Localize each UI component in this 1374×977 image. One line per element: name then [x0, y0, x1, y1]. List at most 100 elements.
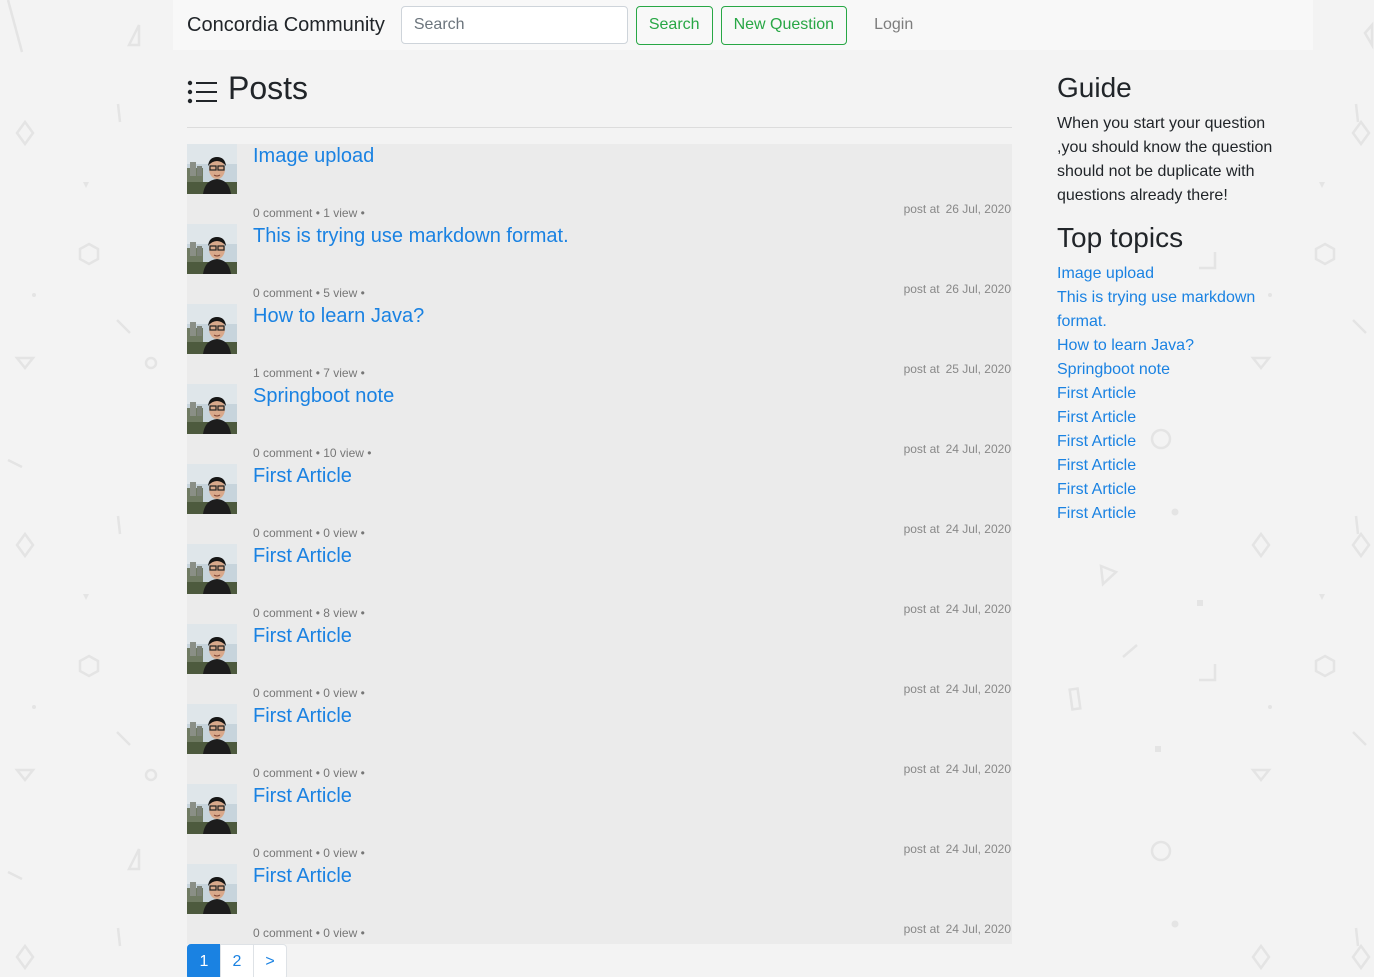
- topic-item: This is trying use markdown format.: [1057, 286, 1287, 334]
- topic-link[interactable]: Image upload: [1057, 262, 1287, 286]
- post-title-link[interactable]: First Article: [253, 625, 352, 648]
- avatar[interactable]: [187, 464, 237, 514]
- page-link-2[interactable]: 2: [220, 944, 254, 977]
- topic-link[interactable]: First Article: [1057, 382, 1287, 406]
- post-date: post at 24 Jul, 2020: [904, 842, 1011, 856]
- topic-link[interactable]: How to learn Java?: [1057, 334, 1287, 358]
- post-at-label: post at: [903, 362, 940, 376]
- post-item: Image upload 0 comment • 1 view • post a…: [187, 144, 1012, 224]
- post-date-value: 24 Jul, 2020: [945, 682, 1011, 696]
- avatar[interactable]: [187, 624, 237, 674]
- post-title-link[interactable]: This is trying use markdown format.: [253, 225, 569, 248]
- post-meta: 0 comment • 0 view •: [253, 926, 365, 940]
- topic-item: First Article: [1057, 502, 1287, 526]
- post-at-label: post at: [903, 842, 940, 856]
- new-question-button[interactable]: New Question: [720, 5, 848, 45]
- post-at-label: post at: [903, 762, 940, 776]
- post-title-link[interactable]: First Article: [253, 865, 352, 888]
- post-date: post at 24 Jul, 2020: [904, 682, 1011, 696]
- top-topics-list: Image upload This is trying use markdown …: [1057, 262, 1287, 526]
- post-date-value: 24 Jul, 2020: [945, 522, 1011, 536]
- post-meta: 0 comment • 8 view •: [253, 606, 365, 620]
- pagination: 1 2 >: [187, 944, 1012, 977]
- post-item: First Article 0 comment • 0 view • post …: [187, 864, 1012, 944]
- post-item: First Article 0 comment • 8 view • post …: [187, 544, 1012, 624]
- post-date-value: 24 Jul, 2020: [945, 842, 1011, 856]
- navbar: Concordia Community Search New Question …: [173, 0, 1313, 50]
- login-link[interactable]: Login: [874, 16, 913, 34]
- topic-item: How to learn Java?: [1057, 334, 1287, 358]
- post-at-label: post at: [903, 602, 940, 616]
- search-input[interactable]: [400, 6, 628, 44]
- post-item: First Article 0 comment • 0 view • post …: [187, 784, 1012, 864]
- post-title-link[interactable]: How to learn Java?: [253, 305, 424, 328]
- post-date: post at 24 Jul, 2020: [904, 442, 1011, 456]
- post-meta: 0 comment • 10 view •: [253, 446, 372, 460]
- list-icon: [187, 80, 217, 103]
- post-title-link[interactable]: First Article: [253, 465, 352, 488]
- search-button[interactable]: Search: [635, 5, 713, 45]
- topic-link[interactable]: First Article: [1057, 406, 1287, 430]
- post-date-value: 24 Jul, 2020: [945, 762, 1011, 776]
- post-meta: 1 comment • 7 view •: [253, 366, 365, 380]
- post-meta: 0 comment • 0 view •: [253, 846, 365, 860]
- post-meta: 0 comment • 0 view •: [253, 686, 365, 700]
- page-link-1[interactable]: 1: [187, 944, 221, 977]
- post-date: post at 25 Jul, 2020: [904, 362, 1011, 376]
- sidebar: Guide When you start your question ,you …: [1057, 72, 1287, 526]
- avatar[interactable]: [187, 544, 237, 594]
- avatar[interactable]: [187, 224, 237, 274]
- post-list: Image upload 0 comment • 1 view • post a…: [187, 144, 1012, 944]
- avatar[interactable]: [187, 384, 237, 434]
- topic-link[interactable]: First Article: [1057, 454, 1287, 478]
- post-item: First Article 0 comment • 0 view • post …: [187, 704, 1012, 784]
- topic-item: Image upload: [1057, 262, 1287, 286]
- post-meta: 0 comment • 1 view •: [253, 206, 365, 220]
- post-meta: 0 comment • 0 view •: [253, 766, 365, 780]
- post-title-link[interactable]: First Article: [253, 705, 352, 728]
- post-at-label: post at: [903, 682, 940, 696]
- post-date: post at 24 Jul, 2020: [904, 522, 1011, 536]
- guide-heading: Guide: [1057, 72, 1132, 103]
- post-date: post at 24 Jul, 2020: [904, 762, 1011, 776]
- brand-link[interactable]: Concordia Community: [187, 14, 385, 37]
- topic-item: First Article: [1057, 478, 1287, 502]
- post-at-label: post at: [903, 282, 940, 296]
- post-date-value: 26 Jul, 2020: [945, 282, 1011, 296]
- post-at-label: post at: [903, 522, 940, 536]
- avatar[interactable]: [187, 784, 237, 834]
- post-title-link[interactable]: Image upload: [253, 145, 374, 168]
- topic-link[interactable]: First Article: [1057, 502, 1287, 526]
- post-meta: 0 comment • 5 view •: [253, 286, 365, 300]
- avatar[interactable]: [187, 144, 237, 194]
- post-title-link[interactable]: First Article: [253, 545, 352, 568]
- next-page-link[interactable]: >: [253, 944, 287, 977]
- page: Concordia Community Search New Question …: [0, 0, 1374, 977]
- post-date-value: 24 Jul, 2020: [945, 442, 1011, 456]
- post-title-link[interactable]: First Article: [253, 785, 352, 808]
- avatar[interactable]: [187, 304, 237, 354]
- post-item: Springboot note 0 comment • 10 view • po…: [187, 384, 1012, 464]
- topic-item: First Article: [1057, 382, 1287, 406]
- post-date-value: 24 Jul, 2020: [945, 922, 1011, 936]
- post-item: How to learn Java? 1 comment • 7 view • …: [187, 304, 1012, 384]
- post-item: First Article 0 comment • 0 view • post …: [187, 624, 1012, 704]
- post-date: post at 24 Jul, 2020: [904, 922, 1011, 936]
- topic-item: First Article: [1057, 454, 1287, 478]
- post-item: This is trying use markdown format. 0 co…: [187, 224, 1012, 304]
- post-at-label: post at: [903, 202, 940, 216]
- post-date: post at 26 Jul, 2020: [904, 202, 1011, 216]
- post-date: post at 26 Jul, 2020: [904, 282, 1011, 296]
- post-title-link[interactable]: Springboot note: [253, 385, 394, 408]
- post-at-label: post at: [903, 922, 940, 936]
- avatar[interactable]: [187, 704, 237, 754]
- post-date-value: 26 Jul, 2020: [945, 202, 1011, 216]
- topic-link[interactable]: First Article: [1057, 478, 1287, 502]
- avatar[interactable]: [187, 864, 237, 914]
- posts-header: Posts: [187, 50, 1012, 128]
- top-topics-heading: Top topics: [1057, 222, 1184, 253]
- topic-link[interactable]: Springboot note: [1057, 358, 1287, 382]
- topic-link[interactable]: This is trying use markdown format.: [1057, 286, 1287, 334]
- topic-link[interactable]: First Article: [1057, 430, 1287, 454]
- post-date: post at 24 Jul, 2020: [904, 602, 1011, 616]
